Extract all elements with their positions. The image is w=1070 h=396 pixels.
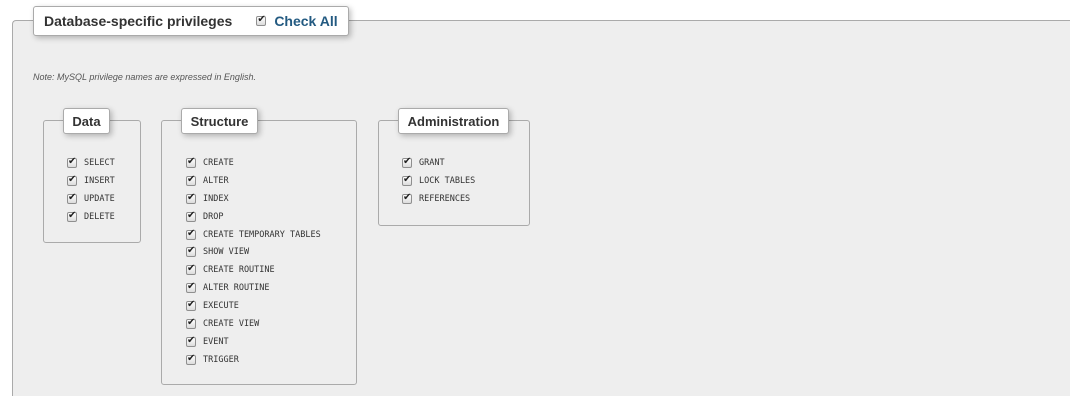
privilege-label: TRIGGER [203, 354, 239, 365]
privilege-label: EXECUTE [203, 301, 239, 312]
privilege-checkbox[interactable] [186, 245, 196, 258]
privilege-alter-routine[interactable]: ALTER ROUTINE [186, 279, 321, 297]
privilege-index[interactable]: INDEX [186, 190, 321, 208]
privilege-label: CREATE [203, 157, 234, 168]
privilege-label: CREATE ROUTINE [203, 265, 275, 276]
privilege-label: EVENT [203, 336, 229, 347]
privilege-select[interactable]: SELECT [67, 154, 115, 172]
privilege-checkbox[interactable] [67, 210, 77, 222]
privilege-checkbox[interactable] [67, 174, 77, 186]
privilege-checkbox[interactable] [186, 156, 196, 168]
privileges-legend: Database-specific privileges Check All [33, 6, 349, 36]
privilege-label: SELECT [84, 157, 115, 168]
privilege-checkbox[interactable] [67, 192, 77, 204]
privilege-label: CREATE TEMPORARY TABLES [203, 229, 321, 240]
administration-items: GRANT LOCK TABLES REFERENCES [402, 154, 475, 208]
privilege-checkbox[interactable] [402, 174, 412, 186]
check-all-checkbox[interactable] [256, 14, 267, 26]
privilege-checkbox[interactable] [186, 281, 196, 294]
privilege-label: DROP [203, 211, 224, 222]
privilege-create-view[interactable]: CREATE VIEW [186, 315, 321, 333]
privilege-create-routine[interactable]: CREATE ROUTINE [186, 261, 321, 279]
privilege-label: LOCK TABLES [419, 175, 476, 186]
privilege-alter[interactable]: ALTER [186, 172, 321, 190]
privilege-note: Note: MySQL privilege names are expresse… [33, 72, 256, 82]
privilege-label: UPDATE [84, 193, 115, 204]
privilege-label: SHOW VIEW [203, 247, 250, 258]
privilege-checkbox[interactable] [67, 156, 77, 168]
privilege-label: ALTER [203, 175, 229, 186]
privilege-checkbox[interactable] [186, 228, 196, 240]
privilege-label: ALTER ROUTINE [203, 283, 270, 294]
privilege-lock-tables[interactable]: LOCK TABLES [402, 172, 475, 190]
privilege-label: REFERENCES [419, 193, 471, 204]
privilege-update[interactable]: UPDATE [67, 190, 115, 208]
privilege-drop[interactable]: DROP [186, 208, 321, 226]
administration-group-title: Administration [407, 113, 500, 129]
privilege-insert[interactable]: INSERT [67, 172, 115, 190]
privileges-title: Database-specific privileges [44, 13, 233, 29]
privilege-checkbox[interactable] [186, 299, 196, 312]
privilege-checkbox[interactable] [186, 335, 196, 347]
privilege-trigger[interactable]: TRIGGER [186, 351, 321, 369]
privilege-create[interactable]: CREATE [186, 154, 321, 172]
privilege-label: CREATE VIEW [203, 318, 260, 329]
structure-items: CREATE ALTER INDEX DROP CREATE TEMPORARY TAB… [186, 154, 321, 369]
privilege-label: GRANT [419, 157, 445, 168]
privilege-checkbox[interactable] [186, 192, 196, 204]
privilege-create-temporary-tables[interactable]: CREATE TEMPORARY TABLES [186, 226, 321, 244]
privilege-label: DELETE [84, 211, 115, 222]
privilege-grant[interactable]: GRANT [402, 154, 475, 172]
privilege-checkbox[interactable] [186, 174, 196, 186]
privilege-event[interactable]: EVENT [186, 333, 321, 351]
privilege-checkbox[interactable] [186, 353, 196, 365]
privilege-checkbox[interactable] [186, 317, 196, 329]
privilege-checkbox[interactable] [402, 156, 412, 168]
privilege-checkbox[interactable] [186, 263, 196, 276]
privilege-checkbox[interactable] [186, 210, 196, 222]
data-group-title: Data [72, 113, 101, 129]
privilege-checkbox[interactable] [402, 192, 412, 204]
structure-group-legend: Structure [181, 108, 258, 134]
data-group-legend: Data [63, 108, 110, 134]
privilege-label: INSERT [84, 175, 115, 186]
privilege-label: INDEX [203, 193, 229, 204]
privilege-execute[interactable]: EXECUTE [186, 297, 321, 315]
privilege-show-view[interactable]: SHOW VIEW [186, 243, 321, 261]
privilege-delete[interactable]: DELETE [67, 208, 115, 226]
structure-group-title: Structure [190, 113, 249, 129]
privilege-references[interactable]: REFERENCES [402, 190, 475, 208]
check-all-label[interactable]: Check All [274, 13, 337, 29]
administration-group-legend: Administration [398, 108, 509, 134]
data-items: SELECT INSERT UPDATE DELETE [67, 154, 115, 226]
